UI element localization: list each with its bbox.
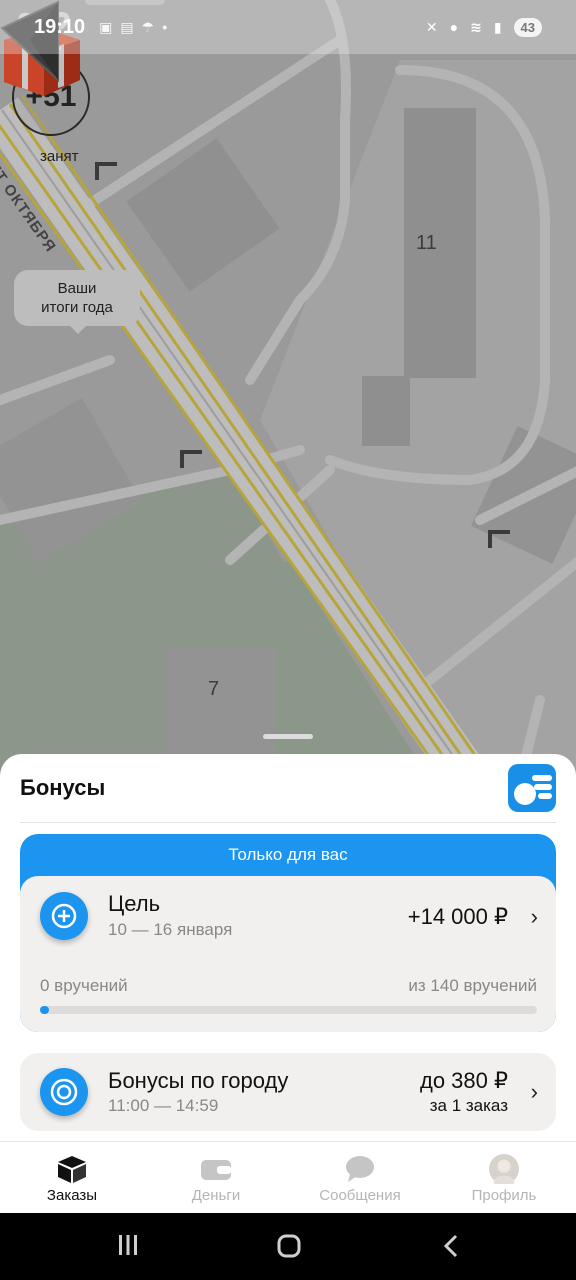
goal-amount: +14 000 ₽	[407, 904, 508, 929]
tab-messages[interactable]: Сообщения	[288, 1142, 432, 1214]
goal-card[interactable]: Только для вас Цель 10 — 16 января +14 0…	[20, 834, 556, 1032]
mute-icon: ✕	[425, 18, 438, 35]
tab-orders[interactable]: Заказы	[0, 1142, 144, 1214]
bonus-coins-icon[interactable]	[508, 764, 556, 812]
avatar	[489, 1154, 519, 1184]
status-time: 19:10	[34, 15, 86, 38]
map-canvas	[0, 0, 576, 780]
goal-dates: 10 — 16 января	[108, 920, 233, 939]
target-icon	[40, 1068, 88, 1116]
goal-progress-fill	[40, 1006, 49, 1014]
status-bar: 19:10 ▣ ▤ ☂ • ✕ ● ≋ ▮ 43	[0, 0, 576, 54]
wifi-icon: ≋	[470, 18, 482, 35]
tab-money[interactable]: Деньги	[144, 1142, 288, 1214]
bottom-tab-bar: Заказы Деньги Сообщения Профиль	[0, 1141, 576, 1213]
sheet-title: Бонусы	[20, 775, 106, 800]
bonuses-sheet: Бонусы Только для вас Цель 10 — 16 январ…	[0, 754, 576, 1144]
city-bonus-title: Бонусы по городу	[108, 1068, 289, 1093]
year-results-line2: итоги года	[41, 299, 113, 316]
system-navigation-bar	[0, 1213, 576, 1280]
recent-apps-icon[interactable]	[116, 1233, 140, 1257]
wallet-icon	[201, 1160, 231, 1180]
chat-bubble-icon	[346, 1156, 374, 1182]
divider	[20, 822, 556, 823]
building-number-label: 7	[208, 678, 220, 700]
sheet-drag-handle[interactable]	[263, 734, 313, 739]
building-number-label: 11	[416, 232, 437, 254]
notification-icons: ▣ ▤ ☂ •	[99, 19, 167, 36]
progress-done-label: 0 вручений	[40, 976, 128, 995]
system-icons: ✕ ● ≋ ▮ 43	[425, 17, 542, 37]
orders-cube-icon	[58, 1156, 86, 1183]
driver-status-label: занят	[40, 148, 79, 165]
goal-title: Цель	[108, 891, 161, 916]
location-icon: ●	[449, 19, 459, 35]
city-bonus-amount: до 380 ₽	[420, 1068, 508, 1093]
umbrella-icon: ☂	[141, 18, 155, 35]
year-results-bubble[interactable]: Ваши итоги года	[14, 270, 140, 334]
map-view[interactable]: ЛЕТ ОКТЯБРЯ 11 7 +51 занят Ваши итоги го…	[0, 0, 576, 780]
goal-plus-icon	[40, 892, 88, 940]
tab-profile[interactable]: Профиль	[432, 1142, 576, 1214]
tab-label: Профиль	[471, 1187, 537, 1204]
dot-icon: •	[162, 18, 168, 35]
city-bonus-per-order: за 1 заказ	[429, 1096, 508, 1115]
city-bonus-card[interactable]: Бонусы по городу 11:00 — 14:59 до 380 ₽ …	[20, 1053, 556, 1131]
goal-progress-bar	[40, 1006, 537, 1014]
chevron-right-icon: ›	[530, 1079, 538, 1104]
tab-label: Деньги	[191, 1187, 241, 1204]
back-icon[interactable]	[440, 1233, 464, 1259]
goal-card-body[interactable]: Цель 10 — 16 января +14 000 ₽ › 0 вручен…	[20, 876, 556, 1032]
progress-total-label: из 140 вручений	[408, 976, 537, 995]
tab-label: Заказы	[46, 1187, 98, 1204]
battery-indicator: 43	[513, 17, 542, 37]
notification-app-icon: ▣	[99, 18, 113, 35]
signal-icon: ▮	[493, 18, 502, 35]
chevron-right-icon: ›	[530, 904, 538, 929]
notification-app-icon: ▤	[120, 18, 134, 35]
only-for-you-banner: Только для вас	[228, 845, 348, 864]
home-icon[interactable]	[276, 1233, 302, 1259]
tab-label: Сообщения	[319, 1187, 401, 1204]
year-results-line1: Ваши	[57, 280, 97, 297]
city-bonus-time: 11:00 — 14:59	[108, 1096, 219, 1115]
